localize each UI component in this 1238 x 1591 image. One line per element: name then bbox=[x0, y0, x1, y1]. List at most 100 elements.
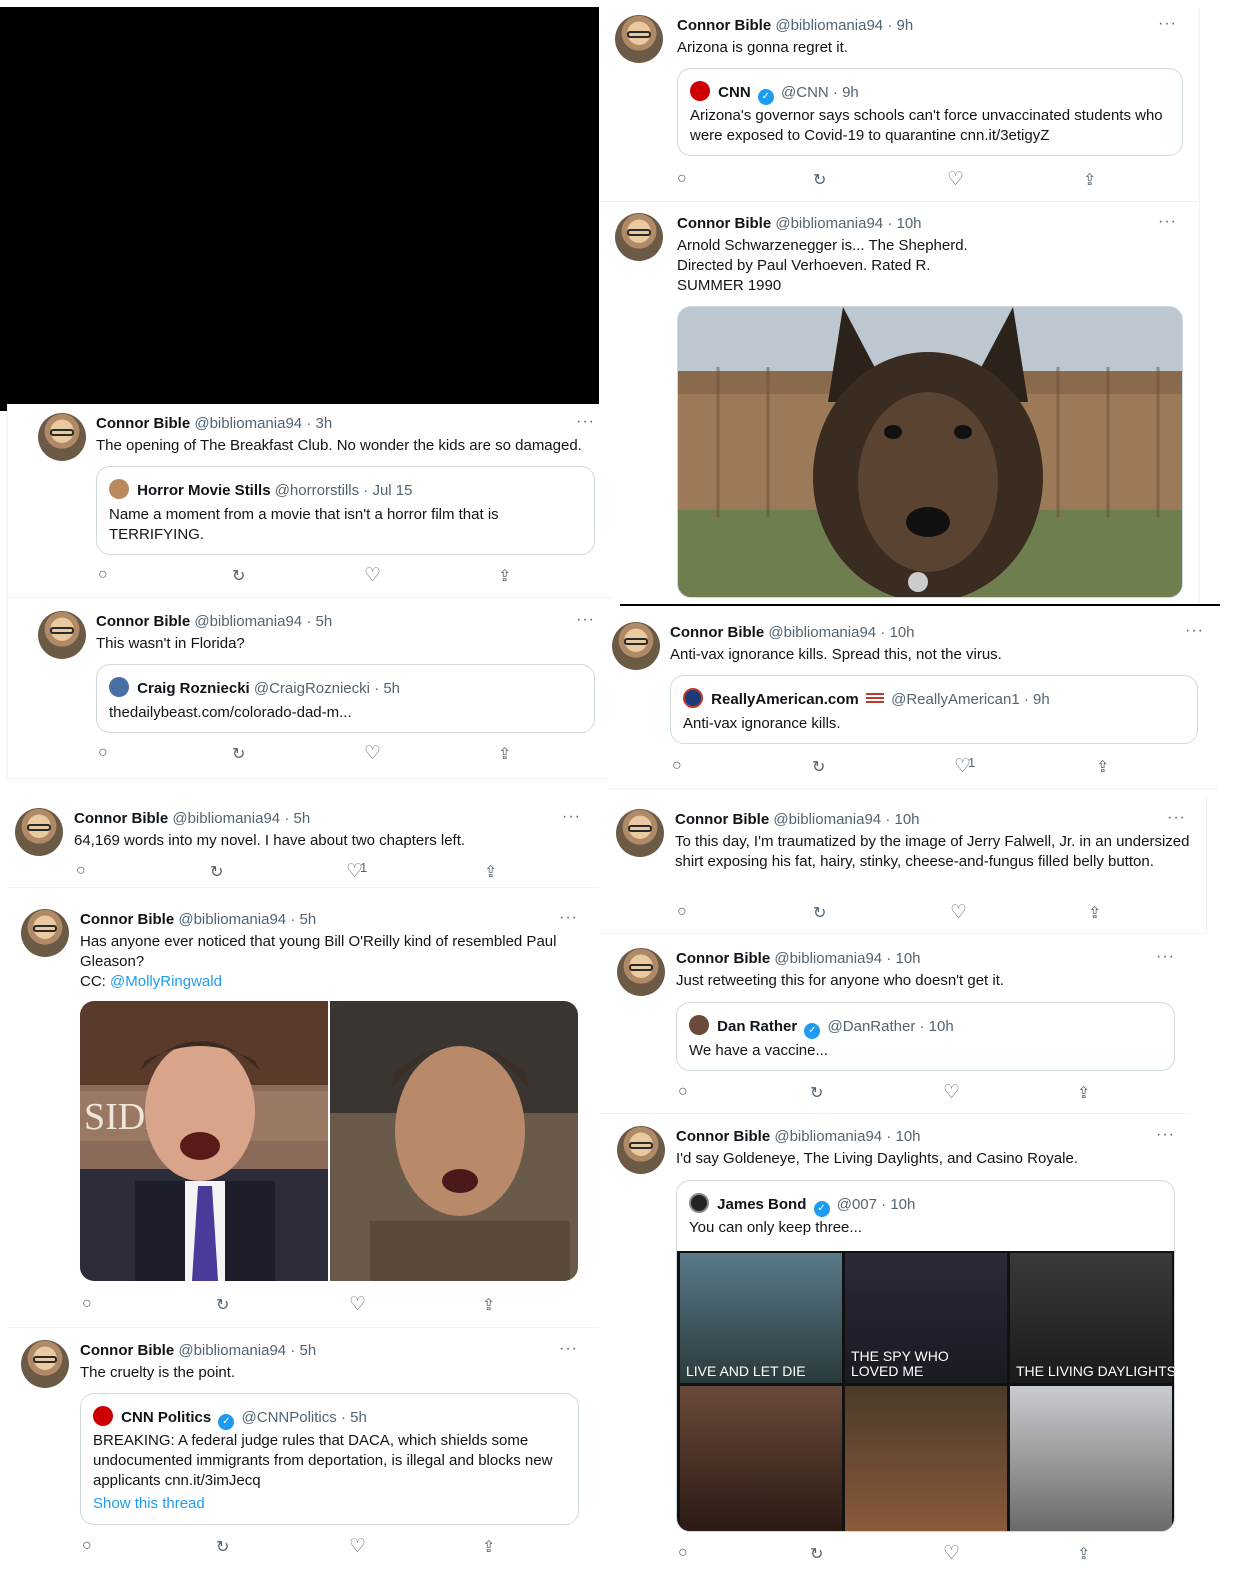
like-icon[interactable] bbox=[950, 901, 967, 924]
bill-oreilly-photo[interactable]: SIDE ON bbox=[80, 1001, 328, 1281]
share-icon[interactable] bbox=[498, 566, 511, 586]
tweet-time[interactable]: 9h bbox=[896, 17, 913, 34]
user-name[interactable]: Connor Bible bbox=[80, 911, 174, 928]
avatar[interactable] bbox=[615, 15, 663, 63]
user-handle[interactable]: @bibliomania94 bbox=[775, 215, 883, 232]
like-icon[interactable] bbox=[349, 1535, 366, 1558]
more-options-icon[interactable]: ··· bbox=[562, 808, 581, 826]
user-name[interactable]: Connor Bible bbox=[677, 17, 771, 34]
tweet-time[interactable]: 5h bbox=[299, 1342, 316, 1359]
tweet-time[interactable]: 5h bbox=[315, 613, 332, 630]
user-handle[interactable]: @bibliomania94 bbox=[774, 1128, 882, 1145]
retweet-icon[interactable] bbox=[813, 903, 826, 923]
reply-icon[interactable] bbox=[98, 744, 108, 762]
avatar[interactable] bbox=[21, 1340, 69, 1388]
tweet-time[interactable]: 10h bbox=[896, 215, 921, 232]
like-icon[interactable] bbox=[364, 564, 381, 587]
share-icon[interactable] bbox=[1088, 903, 1101, 923]
like-icon[interactable] bbox=[943, 1081, 960, 1104]
share-icon[interactable] bbox=[482, 1537, 495, 1557]
avatar[interactable] bbox=[617, 948, 665, 996]
retweet-icon[interactable] bbox=[812, 757, 825, 777]
user-handle[interactable]: @bibliomania94 bbox=[178, 1342, 286, 1359]
share-icon[interactable] bbox=[1077, 1083, 1090, 1103]
tweet[interactable]: Connor Bible @bibliomania94 · 10h ··· I'… bbox=[600, 1114, 1191, 1591]
retweet-icon[interactable] bbox=[810, 1083, 823, 1103]
user-name[interactable]: Connor Bible bbox=[676, 1128, 770, 1145]
more-options-icon[interactable]: ··· bbox=[1156, 1126, 1175, 1144]
quoted-tweet[interactable]: James Bond ✓ @007 · 10h You can only kee… bbox=[676, 1180, 1175, 1532]
user-handle[interactable]: @bibliomania94 bbox=[768, 624, 876, 641]
user-name[interactable]: Connor Bible bbox=[96, 415, 190, 432]
user-name[interactable]: Connor Bible bbox=[677, 215, 771, 232]
retweet-icon[interactable] bbox=[210, 862, 223, 882]
reply-icon[interactable] bbox=[82, 1537, 92, 1555]
retweet-icon[interactable] bbox=[813, 170, 826, 190]
avatar[interactable] bbox=[38, 413, 86, 461]
user-name[interactable]: Connor Bible bbox=[675, 811, 769, 828]
paul-gleason-photo[interactable] bbox=[330, 1001, 578, 1281]
avatar[interactable] bbox=[616, 809, 664, 857]
share-icon[interactable] bbox=[1083, 170, 1096, 190]
user-handle[interactable]: @bibliomania94 bbox=[194, 415, 302, 432]
more-options-icon[interactable]: ··· bbox=[559, 909, 578, 927]
share-icon[interactable] bbox=[498, 744, 511, 764]
user-handle[interactable]: @bibliomania94 bbox=[178, 911, 286, 928]
bond-poster-grid[interactable]: LIVE AND LET DIE THE SPY WHO LOVED ME TH… bbox=[677, 1251, 1174, 1531]
like-icon[interactable] bbox=[947, 168, 964, 191]
quoted-tweet[interactable]: Craig Rozniecki @CraigRozniecki · 5h the… bbox=[96, 664, 595, 733]
tweet-time[interactable]: 10h bbox=[895, 1128, 920, 1145]
quote-link-text[interactable]: thedailybeast.com/colorado-dad-m... bbox=[109, 703, 582, 723]
more-options-icon[interactable]: ··· bbox=[576, 611, 595, 629]
more-options-icon[interactable]: ··· bbox=[1156, 948, 1175, 966]
tweet[interactable]: Connor Bible @bibliomania94 · 10h ··· An… bbox=[608, 606, 1218, 789]
user-handle[interactable]: @bibliomania94 bbox=[172, 810, 280, 827]
more-options-icon[interactable]: ··· bbox=[1158, 15, 1177, 33]
tweet-time[interactable]: 10h bbox=[895, 950, 920, 967]
more-options-icon[interactable]: ··· bbox=[1185, 622, 1204, 640]
user-handle[interactable]: @bibliomania94 bbox=[775, 17, 883, 34]
user-handle[interactable]: @bibliomania94 bbox=[773, 811, 881, 828]
tweet[interactable]: Connor Bible @bibliomania94 · 5h ··· Thi… bbox=[8, 598, 613, 779]
reply-icon[interactable] bbox=[82, 1295, 92, 1313]
like-icon[interactable] bbox=[349, 1293, 366, 1316]
share-icon[interactable] bbox=[1096, 757, 1109, 777]
user-name[interactable]: Connor Bible bbox=[676, 950, 770, 967]
reply-icon[interactable] bbox=[677, 170, 687, 188]
retweet-icon[interactable] bbox=[232, 566, 245, 586]
quoted-tweet[interactable]: ReallyAmerican.com @ReallyAmerican1 · 9h… bbox=[670, 675, 1198, 744]
like-icon[interactable] bbox=[364, 742, 381, 765]
retweet-icon[interactable] bbox=[216, 1295, 229, 1315]
tweet[interactable]: Connor Bible @bibliomania94 · 10h ··· Ar… bbox=[599, 202, 1199, 605]
retweet-icon[interactable] bbox=[216, 1537, 229, 1557]
tweet[interactable]: Connor Bible @bibliomania94 · 5h ··· The… bbox=[7, 1328, 598, 1591]
user-handle[interactable]: @bibliomania94 bbox=[774, 950, 882, 967]
tweet[interactable]: Connor Bible @bibliomania94 · 3h ··· The… bbox=[8, 404, 613, 598]
avatar[interactable] bbox=[612, 622, 660, 670]
more-options-icon[interactable]: ··· bbox=[1158, 213, 1177, 231]
quoted-tweet[interactable]: CNN Politics ✓ @CNNPolitics · 5h BREAKIN… bbox=[80, 1393, 579, 1525]
tweet[interactable]: Connor Bible @bibliomania94 · 10h ··· Ju… bbox=[600, 936, 1191, 1114]
dog-photo[interactable] bbox=[677, 306, 1183, 598]
share-icon[interactable] bbox=[484, 862, 497, 882]
quoted-tweet[interactable]: Horror Movie Stills @horrorstills · Jul … bbox=[96, 466, 595, 555]
quoted-tweet[interactable]: Dan Rather ✓ @DanRather · 10h We have a … bbox=[676, 1002, 1175, 1071]
tweet[interactable]: Connor Bible @bibliomania94 · 9h ··· Ari… bbox=[599, 7, 1199, 202]
tweet-time[interactable]: 10h bbox=[889, 624, 914, 641]
avatar[interactable] bbox=[615, 213, 663, 261]
avatar[interactable] bbox=[15, 808, 63, 856]
tweet[interactable]: Connor Bible @bibliomania94 · 5h ··· 64,… bbox=[7, 796, 598, 888]
mention-link[interactable]: @MollyRingwald bbox=[110, 973, 222, 990]
avatar[interactable] bbox=[617, 1126, 665, 1174]
quoted-tweet[interactable]: CNN ✓ @CNN · 9h Arizona's governor says … bbox=[677, 68, 1183, 156]
avatar[interactable] bbox=[21, 909, 69, 957]
reply-icon[interactable] bbox=[672, 757, 682, 775]
tweet-time[interactable]: 5h bbox=[293, 810, 310, 827]
reply-icon[interactable] bbox=[678, 1083, 688, 1101]
retweet-icon[interactable] bbox=[810, 1544, 823, 1564]
more-options-icon[interactable]: ··· bbox=[559, 1340, 578, 1358]
tweet-time[interactable]: 10h bbox=[894, 811, 919, 828]
reply-icon[interactable] bbox=[76, 862, 86, 880]
user-name[interactable]: Connor Bible bbox=[74, 810, 168, 827]
retweet-icon[interactable] bbox=[232, 744, 245, 764]
